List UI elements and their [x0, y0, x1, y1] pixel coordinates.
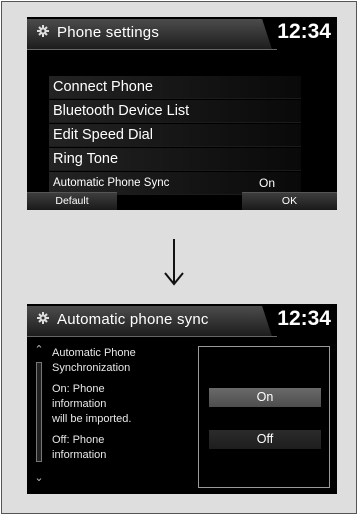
title-bar: Phone settings 12:34	[27, 17, 337, 50]
desc-on-line: information	[52, 398, 107, 410]
desc-heading-line: Synchronization	[52, 362, 131, 374]
default-button[interactable]: Default	[27, 192, 117, 210]
gear-icon	[37, 25, 49, 37]
screen-title: Automatic phone sync	[57, 311, 209, 328]
phone-settings-screen: Phone settings 12:34 Connect Phone Bluet…	[27, 17, 337, 210]
menu-item-ring-tone[interactable]: Ring Tone	[49, 148, 301, 171]
option-off[interactable]: Off	[209, 430, 321, 449]
ok-button[interactable]: OK	[242, 192, 337, 210]
description-text: Automatic Phone Synchronization On: Phon…	[52, 346, 142, 469]
option-on[interactable]: On	[209, 388, 321, 407]
scroll-track[interactable]	[36, 362, 42, 462]
gear-icon	[37, 312, 49, 324]
figure-frame: Phone settings 12:34 Connect Phone Bluet…	[1, 1, 357, 514]
menu-item-connect-phone[interactable]: Connect Phone	[49, 76, 301, 99]
screen-title: Phone settings	[57, 24, 160, 41]
menu-item-bluetooth-device-list[interactable]: Bluetooth Device List	[49, 100, 301, 123]
scroll-up-icon[interactable]: ⌃	[32, 344, 46, 356]
clock: 12:34	[277, 20, 331, 43]
softkey-bar: Default OK	[27, 192, 337, 210]
title-bar: Automatic phone sync 12:34	[27, 304, 337, 337]
automatic-phone-sync-screen: Automatic phone sync 12:34 ⌃ ⌄ Automatic…	[27, 304, 337, 494]
menu-item-value: On	[258, 176, 275, 190]
desc-off-line: information	[52, 449, 107, 461]
settings-menu: Connect Phone Bluetooth Device List Edit…	[49, 76, 301, 196]
desc-off-line: Off: Phone	[52, 434, 105, 446]
scroll-down-icon[interactable]: ⌄	[32, 472, 46, 484]
desc-on-line: will be imported.	[52, 413, 132, 425]
desc-heading-line: Automatic Phone	[52, 347, 136, 359]
clock: 12:34	[277, 307, 331, 330]
scrollbar[interactable]: ⌃ ⌄	[32, 344, 46, 484]
menu-item-edit-speed-dial[interactable]: Edit Speed Dial	[49, 124, 301, 147]
down-arrow-icon	[164, 239, 184, 286]
menu-item-label: Automatic Phone Sync	[53, 177, 170, 189]
options-panel: On Off	[198, 346, 330, 488]
desc-on-line: On: Phone	[52, 383, 105, 395]
